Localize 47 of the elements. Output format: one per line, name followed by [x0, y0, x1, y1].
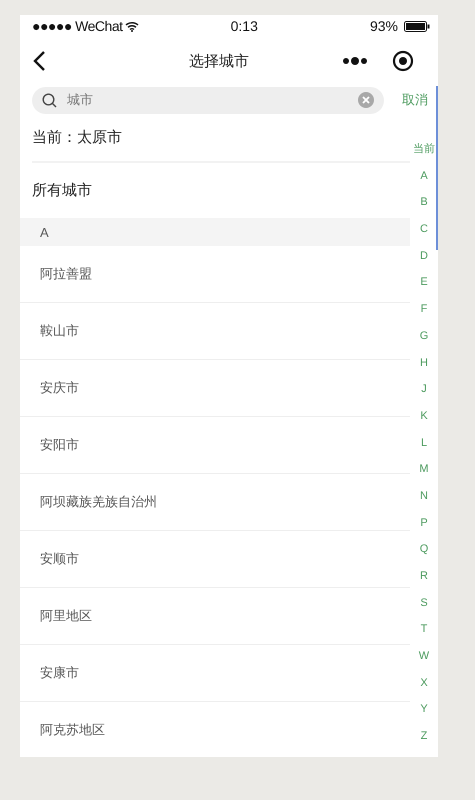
index-letter[interactable]: Z — [420, 723, 428, 750]
city-item[interactable]: 安康市 — [20, 645, 410, 702]
index-letter[interactable]: 当前 — [413, 136, 435, 163]
index-letter[interactable]: H — [420, 350, 428, 376]
battery-icon — [404, 20, 430, 32]
city-item[interactable]: 阿坝藏族羌族自治州 — [20, 474, 410, 531]
index-letter[interactable]: C — [420, 216, 428, 243]
index-letter[interactable]: F — [420, 296, 428, 323]
cancel-button[interactable]: 取消 — [402, 91, 428, 109]
city-item[interactable]: 阿里地区 — [20, 588, 410, 645]
search-input[interactable]: 城市 — [67, 92, 348, 108]
index-letter[interactable]: A — [420, 162, 428, 190]
index-letter[interactable]: E — [420, 269, 428, 296]
search-icon — [42, 92, 57, 108]
index-letter[interactable]: K — [420, 402, 428, 430]
search-field[interactable]: 城市 — [32, 86, 384, 114]
index-letter[interactable]: L — [420, 430, 428, 456]
index-letter[interactable]: G — [420, 322, 428, 350]
index-letter[interactable]: Y — [420, 696, 428, 724]
city-item[interactable]: 安顺市 — [20, 531, 410, 588]
index-letter[interactable]: M — [419, 456, 429, 483]
wifi-icon — [124, 20, 138, 32]
index-letter[interactable]: J — [421, 376, 427, 403]
index-letter[interactable]: W — [418, 643, 430, 670]
index-letter[interactable]: X — [420, 670, 428, 696]
back-icon[interactable] — [32, 50, 46, 72]
city-item[interactable]: 鞍山市 — [20, 303, 410, 360]
page-title: 选择城市 — [188, 52, 250, 70]
letter-header: A — [20, 218, 410, 246]
status-time: 0:13 — [230, 18, 259, 34]
current-city[interactable]: 当前：太原市 — [32, 128, 122, 147]
index-letter[interactable]: D — [420, 242, 428, 270]
index-letter[interactable]: Q — [420, 536, 428, 563]
battery-percent: 93% — [370, 18, 398, 34]
city-item[interactable]: 阿克苏地区 — [20, 702, 410, 757]
index-letter[interactable]: P — [420, 510, 428, 536]
city-item[interactable]: 阿拉善盟 — [20, 246, 410, 303]
section-title: 所有城市 — [32, 181, 92, 200]
index-letter[interactable]: N — [420, 482, 428, 510]
more-icon[interactable] — [342, 56, 368, 66]
index-letter[interactable]: S — [420, 590, 428, 616]
carrier-name: ●●●●● WeChat — [32, 18, 122, 34]
city-item[interactable]: 安庆市 — [20, 360, 410, 417]
index-letter[interactable]: T — [420, 616, 428, 644]
index-letter[interactable]: R — [420, 563, 428, 590]
city-item[interactable]: 安阳市 — [20, 417, 410, 474]
index-letter[interactable]: B — [420, 189, 428, 216]
